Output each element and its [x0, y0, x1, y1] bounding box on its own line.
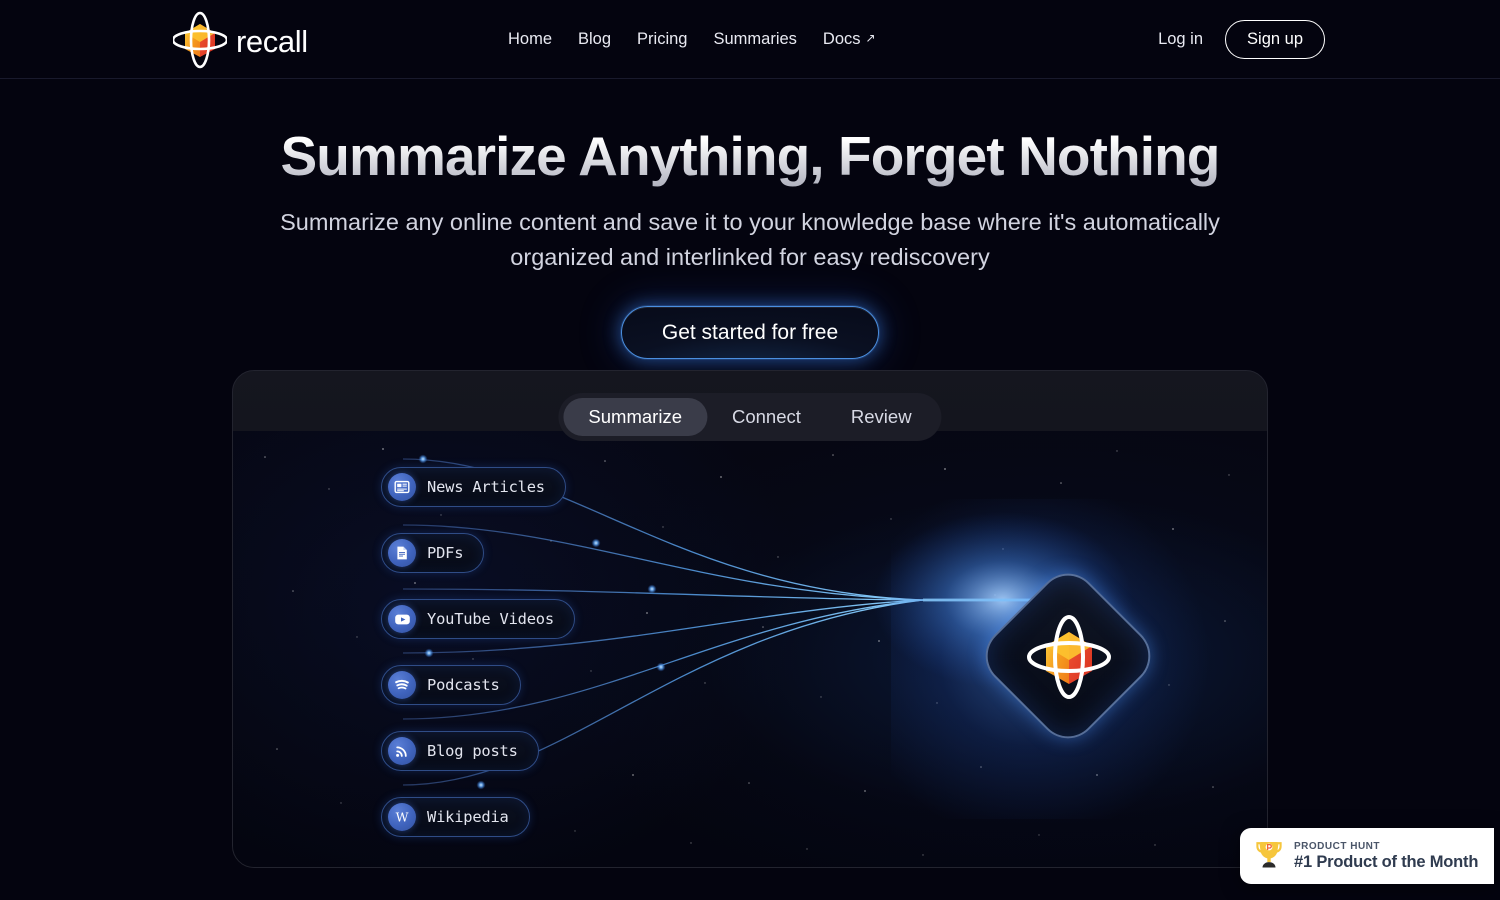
- source-chip-wikipedia[interactable]: W Wikipedia: [381, 797, 530, 837]
- tab-review[interactable]: Review: [826, 398, 937, 437]
- product-hunt-badge[interactable]: PRODUCT HUNT #1 Product of the Month: [1240, 828, 1494, 884]
- page-root: recall Home Blog Pricing Summaries Docs …: [0, 0, 1500, 900]
- source-chip-podcasts[interactable]: Podcasts: [381, 665, 521, 705]
- signup-button[interactable]: Sign up: [1225, 20, 1325, 59]
- source-chip-blog-posts[interactable]: Blog posts: [381, 731, 539, 771]
- cta-container: Get started for free: [0, 306, 1500, 360]
- wikipedia-w-icon: W: [388, 803, 416, 831]
- document-icon: [388, 539, 416, 567]
- auth-actions: Log in Sign up: [1158, 0, 1325, 79]
- nav-item-docs[interactable]: Docs ↗: [823, 0, 902, 79]
- source-chip-label: Podcasts: [427, 676, 500, 694]
- main-nav: Home Blog Pricing Summaries Docs ↗: [508, 0, 902, 79]
- center-node: [891, 499, 1251, 819]
- product-hunt-text: PRODUCT HUNT #1 Product of the Month: [1294, 841, 1478, 872]
- brand-name: recall: [236, 23, 308, 59]
- source-chip-pdfs[interactable]: PDFs: [381, 533, 485, 573]
- hero-section: Summarize Anything, Forget Nothing Summa…: [0, 79, 1500, 360]
- tab-connect[interactable]: Connect: [707, 398, 826, 437]
- recall-orbit-logo-icon: [171, 11, 229, 69]
- product-hunt-kicker: PRODUCT HUNT: [1294, 840, 1380, 852]
- page-title: Summarize Anything, Forget Nothing: [0, 125, 1500, 188]
- source-chip-list: News Articles PDFs YouTube Videos Podcas…: [381, 467, 575, 863]
- source-chip-label: PDFs: [427, 544, 464, 562]
- get-started-button[interactable]: Get started for free: [620, 306, 880, 360]
- source-chip-label: Blog posts: [427, 742, 518, 760]
- login-link[interactable]: Log in: [1158, 30, 1203, 49]
- newspaper-icon: [388, 473, 416, 501]
- svg-text:W: W: [396, 810, 409, 825]
- demo-tabs: Summarize Connect Review: [558, 393, 942, 441]
- source-chip-youtube-videos[interactable]: YouTube Videos: [381, 599, 575, 639]
- trophy-icon: [1254, 838, 1284, 875]
- external-link-arrow-icon: ↗: [865, 31, 876, 45]
- source-chip-label: YouTube Videos: [427, 610, 554, 628]
- source-chip-label: Wikipedia: [427, 808, 509, 826]
- nav-item-summaries[interactable]: Summaries: [713, 0, 822, 79]
- tab-summarize[interactable]: Summarize: [563, 397, 707, 437]
- nav-item-docs-label: Docs: [822, 30, 861, 48]
- nav-item-home[interactable]: Home: [508, 0, 578, 79]
- spotify-icon: [388, 671, 416, 699]
- youtube-icon: [388, 605, 416, 633]
- source-chip-news-articles[interactable]: News Articles: [381, 467, 566, 507]
- demo-panel: Summarize Connect Review News Articles P…: [232, 370, 1268, 868]
- nav-item-pricing[interactable]: Pricing: [637, 0, 713, 79]
- site-header: recall Home Blog Pricing Summaries Docs …: [0, 0, 1500, 79]
- rss-icon: [388, 737, 416, 765]
- hero-subtitle: Summarize any online content and save it…: [280, 208, 1220, 271]
- nav-item-blog[interactable]: Blog: [578, 0, 637, 79]
- recall-orbit-logo-icon: [1027, 614, 1111, 700]
- product-hunt-title: #1 Product of the Month: [1294, 852, 1479, 871]
- source-chip-label: News Articles: [427, 478, 545, 496]
- brand-logo[interactable]: recall: [171, 10, 308, 70]
